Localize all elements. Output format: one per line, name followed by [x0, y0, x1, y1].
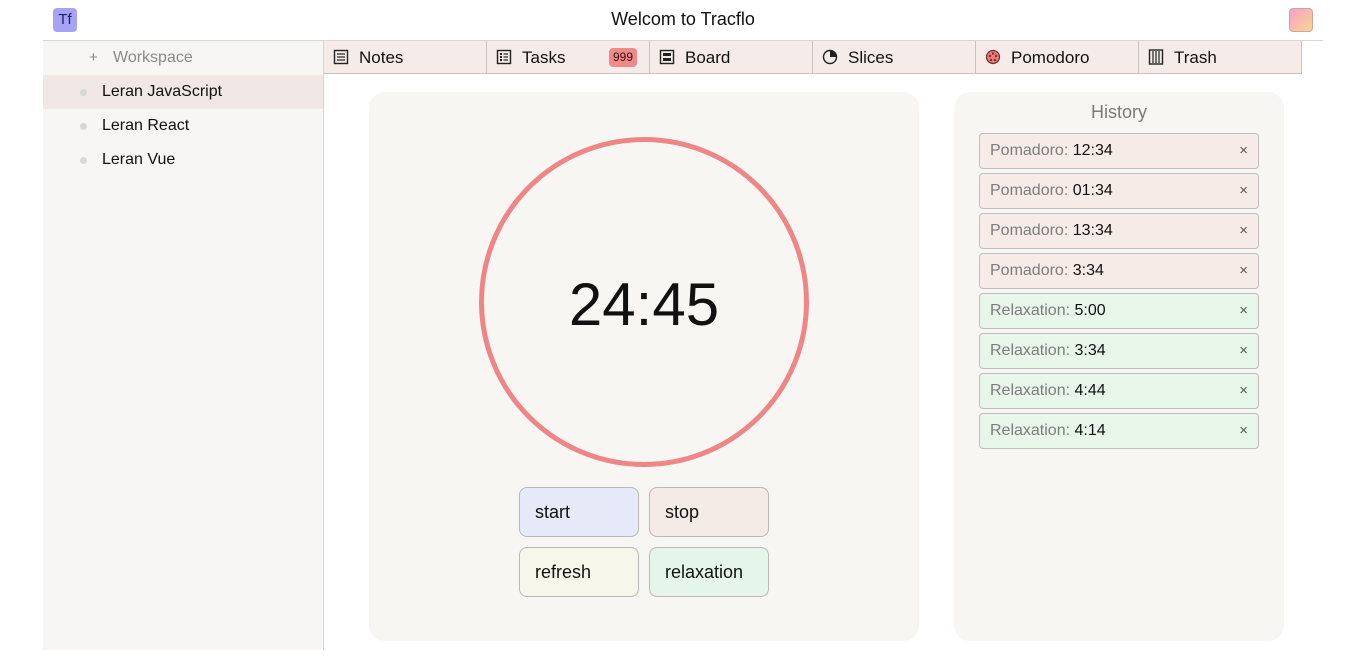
history-item: Relaxation: 3:34 ×	[979, 333, 1259, 369]
tab-label: Tasks	[522, 48, 566, 67]
sidebar-item-label: Leran React	[102, 117, 190, 134]
slices-icon	[822, 49, 838, 65]
history-item: Relaxation: 5:00 ×	[979, 293, 1259, 329]
add-workspace-button[interactable]: + Workspace	[43, 41, 323, 75]
sidebar-item-leran-javascript[interactable]: Leran JavaScript	[43, 75, 323, 109]
history-item: Relaxation: 4:44 ×	[979, 373, 1259, 409]
bullet-icon	[80, 123, 87, 130]
history-item-type: Relaxation: 4:14	[990, 422, 1106, 439]
history-item-type: Pomadoro: 01:34	[990, 182, 1113, 199]
history-item: Pomadoro: 12:34 ×	[979, 133, 1259, 169]
history-item-time: 01:34	[1072, 182, 1113, 199]
tab-label: Trash	[1174, 48, 1217, 67]
tab-label: Pomodoro	[1011, 48, 1090, 67]
history-item-time: 5:00	[1074, 302, 1106, 319]
history-title: History	[1090, 102, 1147, 122]
sidebar: + Workspace Leran JavaScript Leran React…	[43, 41, 324, 650]
relaxation-button[interactable]: relaxation	[649, 547, 769, 597]
close-icon[interactable]: ×	[1239, 382, 1248, 399]
sidebar-item-leran-react[interactable]: Leran React	[43, 109, 323, 143]
history-item-time: 3:34	[1074, 342, 1106, 359]
tab-tasks[interactable]: Tasks 999	[487, 41, 650, 74]
close-icon[interactable]: ×	[1239, 422, 1248, 439]
sidebar-item-label: Leran Vue	[102, 151, 176, 168]
user-avatar[interactable]	[1289, 8, 1313, 32]
sidebar-item-label: Leran JavaScript	[102, 83, 223, 100]
bullet-icon	[80, 89, 87, 96]
tab-notes[interactable]: Notes	[324, 41, 487, 74]
close-icon[interactable]: ×	[1239, 342, 1248, 359]
top-bar: Tf Welcom to Tracflo	[43, 0, 1323, 41]
timer-ring: 24:45	[479, 137, 809, 467]
history-item: Pomadoro: 01:34 ×	[979, 173, 1259, 209]
close-icon[interactable]: ×	[1239, 182, 1248, 199]
notes-icon	[333, 49, 349, 65]
pomodoro-icon	[985, 49, 1001, 65]
close-icon[interactable]: ×	[1239, 222, 1248, 239]
history-item-type: Relaxation: 3:34	[990, 342, 1106, 359]
tab-bar: Notes Tasks 999 Board Slices Pomodoro Tr…	[324, 41, 1303, 74]
plus-icon: +	[89, 49, 98, 66]
bullet-icon	[80, 157, 87, 164]
app-title: Welcom to Tracflo	[611, 9, 755, 29]
history-panel: History Pomadoro: 12:34 × Pomadoro: 01:3…	[954, 92, 1284, 641]
trash-icon	[1148, 49, 1164, 65]
history-item-type: Relaxation: 5:00	[990, 302, 1106, 319]
tasks-count-badge: 999	[608, 48, 637, 67]
pomodoro-panel: 24:45 start stop refresh relaxation	[369, 92, 919, 641]
history-item-type: Pomadoro: 3:34	[990, 262, 1104, 279]
add-workspace-label: Workspace	[113, 49, 193, 66]
history-item: Pomadoro: 13:34 ×	[979, 213, 1259, 249]
refresh-button[interactable]: refresh	[519, 547, 639, 597]
history-item-type: Relaxation: 4:44	[990, 382, 1106, 399]
board-icon	[659, 49, 675, 65]
timer-display: 24:45	[568, 271, 720, 338]
tab-board[interactable]: Board	[650, 41, 813, 74]
history-item-time: 4:44	[1074, 382, 1106, 399]
history-item-type: Pomadoro: 13:34	[990, 222, 1113, 239]
history-item-time: 4:14	[1074, 422, 1106, 439]
history-item-time: 3:34	[1072, 262, 1104, 279]
history-item: Pomadoro: 3:34 ×	[979, 253, 1259, 289]
close-icon[interactable]: ×	[1239, 142, 1248, 159]
tasks-icon	[496, 49, 512, 65]
history-item-type: Pomadoro: 12:34	[990, 142, 1113, 159]
stop-button[interactable]: stop	[649, 487, 769, 537]
tab-label: Notes	[359, 48, 404, 67]
tab-pomodoro[interactable]: Pomodoro	[976, 41, 1139, 74]
tab-slices[interactable]: Slices	[813, 41, 976, 74]
history-item-time: 13:34	[1072, 222, 1113, 239]
tab-label: Board	[685, 48, 731, 67]
start-button[interactable]: start	[519, 487, 639, 537]
tab-trash[interactable]: Trash	[1139, 41, 1302, 74]
close-icon[interactable]: ×	[1239, 302, 1248, 319]
sidebar-item-leran-vue[interactable]: Leran Vue	[43, 143, 323, 177]
close-icon[interactable]: ×	[1239, 262, 1248, 279]
history-item: Relaxation: 4:14 ×	[979, 413, 1259, 449]
history-item-time: 12:34	[1072, 142, 1113, 159]
tab-label: Slices	[848, 48, 894, 67]
